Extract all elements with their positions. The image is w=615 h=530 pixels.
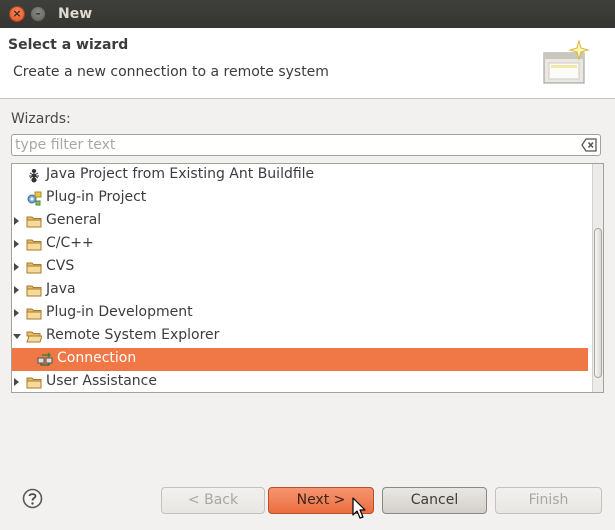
tree-item-java[interactable]: Java: [12, 279, 588, 302]
tree-item-label: Connection: [57, 350, 137, 366]
expand-arrow-icon[interactable]: [14, 309, 19, 317]
close-window-button[interactable]: ×: [9, 6, 25, 22]
tree-item-label: Java: [46, 281, 76, 297]
folder-icon: [26, 239, 42, 251]
tree-item-label: CVS: [46, 258, 75, 274]
folder-open-icon: [26, 331, 42, 343]
filter-input[interactable]: [15, 136, 575, 154]
tree-item-label: General: [46, 212, 102, 228]
back-button[interactable]: < Back: [161, 487, 265, 514]
connection-icon: [37, 352, 53, 366]
cancel-button[interactable]: Cancel: [382, 487, 487, 514]
tree-item-remote-system-explorer[interactable]: Remote System Explorer: [12, 325, 588, 348]
expand-arrow-icon[interactable]: [14, 217, 19, 225]
folder-icon: [26, 377, 42, 389]
expand-arrow-icon[interactable]: [14, 263, 19, 271]
page-description: Create a new connection to a remote syst…: [13, 64, 329, 80]
filter-field: [11, 134, 601, 156]
expand-arrow-icon[interactable]: [14, 286, 19, 294]
minimize-window-button[interactable]: –: [30, 6, 46, 22]
folder-icon: [26, 262, 42, 274]
scrollbar-thumb[interactable]: [594, 228, 602, 378]
finish-button[interactable]: Finish: [495, 487, 602, 514]
tree-item-label: Plug-in Project: [46, 189, 147, 205]
wizards-label: Wizards:: [11, 111, 71, 127]
tree-item-general[interactable]: General: [12, 210, 588, 233]
tree-scrollbar[interactable]: [592, 164, 603, 392]
wizard-header: Select a wizard Create a new connection …: [0, 28, 615, 99]
tree-item-cvs[interactable]: CVS: [12, 256, 588, 279]
tree-item-plug-in-project[interactable]: Plug-in Project: [12, 187, 588, 210]
collapse-arrow-icon[interactable]: [13, 334, 21, 339]
title-bar: × – New: [0, 0, 615, 28]
new-wizard-dialog: × – New Select a wizard Create a new con…: [0, 0, 615, 530]
tree-item-label: C/C++: [46, 235, 94, 251]
tree-item-label: Plug-in Development: [46, 304, 193, 320]
close-icon: ×: [12, 7, 22, 20]
new-wizard-banner-icon: [543, 39, 590, 84]
page-title: Select a wizard: [8, 37, 129, 53]
folder-icon: [26, 308, 42, 320]
tree-item-label: Java Project from Existing Ant Buildfile: [46, 166, 315, 182]
tree-item-connection[interactable]: Connection: [12, 348, 588, 371]
clear-filter-icon[interactable]: [581, 138, 597, 152]
tree-item-plug-in-development[interactable]: Plug-in Development: [12, 302, 588, 325]
tree-item-c-cpp[interactable]: C/C++: [12, 233, 588, 256]
plugin-project-icon: [27, 191, 42, 206]
folder-icon: [26, 285, 42, 297]
tree-item-user-assistance[interactable]: User Assistance: [12, 371, 588, 392]
expand-arrow-icon[interactable]: [14, 240, 19, 248]
folder-icon: [26, 216, 42, 228]
expand-arrow-icon[interactable]: [14, 378, 19, 386]
minimize-icon: –: [35, 7, 41, 20]
mouse-pointer-icon: [352, 497, 366, 519]
help-icon[interactable]: [22, 488, 43, 509]
tree-item-label: Remote System Explorer: [46, 327, 220, 343]
tree-item-label: User Assistance: [46, 373, 157, 389]
tree-item-java-project-from-ant[interactable]: Java Project from Existing Ant Buildfile: [12, 164, 588, 187]
window-title: New: [58, 6, 93, 22]
ant-icon: [29, 169, 39, 183]
wizard-tree[interactable]: Java Project from Existing Ant Buildfile…: [11, 163, 604, 393]
